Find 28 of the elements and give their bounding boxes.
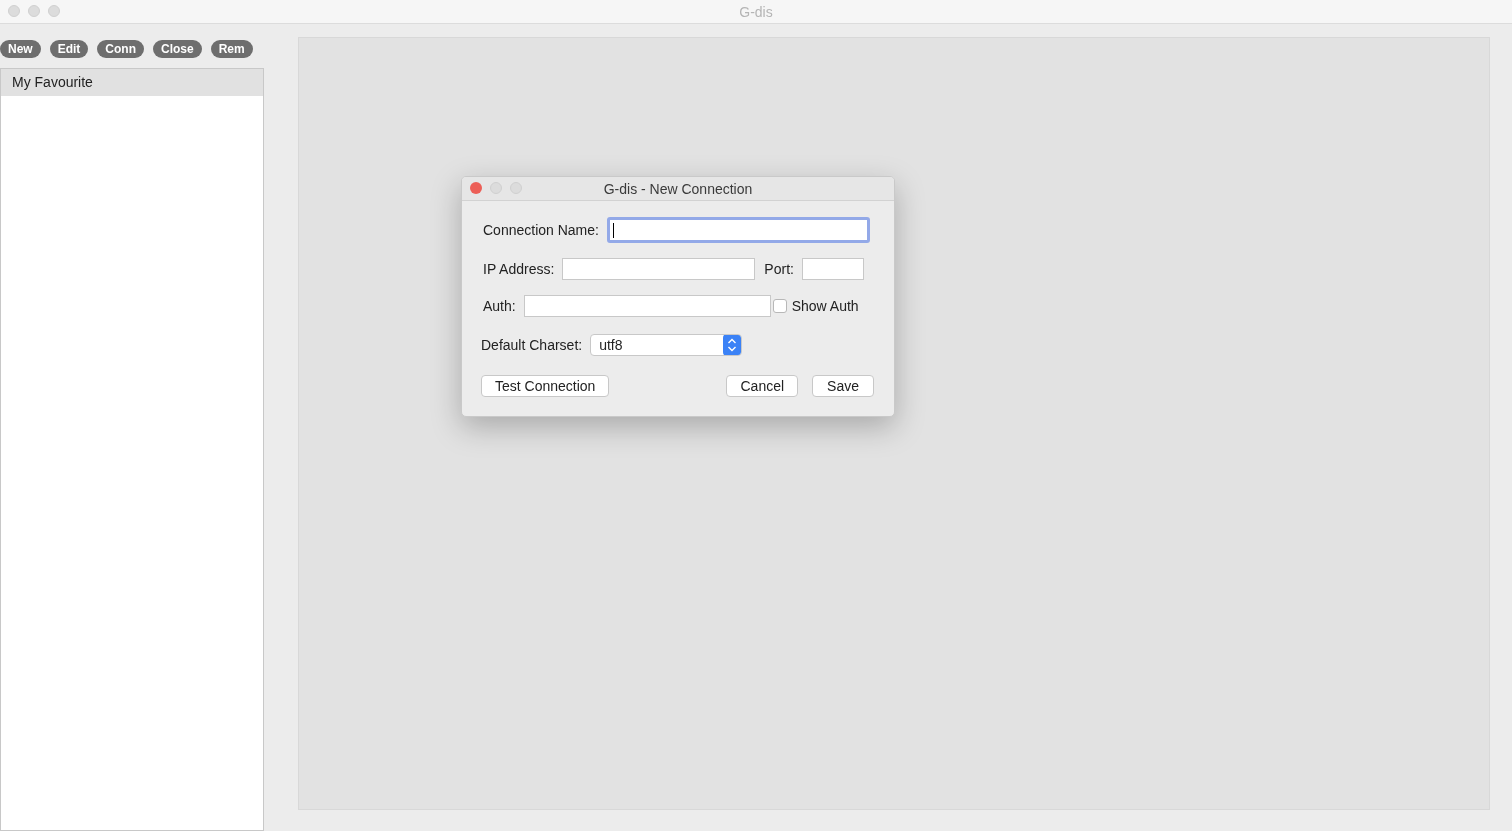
field-label: IP Address:: [483, 261, 555, 277]
field-label: Port:: [764, 261, 794, 277]
toolbar-button[interactable]: Conn: [97, 40, 144, 58]
dialog-button[interactable]: Save: [812, 375, 874, 397]
close-icon[interactable]: [8, 5, 20, 17]
field-label: Default Charset:: [481, 337, 583, 353]
toolbar-button[interactable]: Close: [153, 40, 202, 58]
field-label: Connection Name:: [483, 222, 599, 238]
window-title: G-dis: [739, 3, 773, 20]
checkbox[interactable]: [772, 299, 787, 313]
toolbar-button[interactable]: Edit: [49, 40, 89, 58]
sidebar-item[interactable]: My Favourite: [1, 69, 263, 96]
close-icon[interactable]: [470, 182, 482, 194]
checkbox-label: Show Auth: [791, 298, 859, 314]
toolbar-button[interactable]: New: [0, 40, 41, 58]
input-field[interactable]: [523, 295, 771, 317]
input-field[interactable]: [562, 258, 756, 280]
toolbar-button[interactable]: Rem: [210, 40, 253, 58]
zoom-icon[interactable]: [48, 5, 60, 17]
field-label: Auth:: [483, 298, 516, 314]
minimize-icon[interactable]: [28, 5, 40, 17]
input-field[interactable]: [801, 258, 864, 280]
stepper-icon: [723, 335, 742, 355]
input-field[interactable]: [606, 217, 870, 243]
dialog-button[interactable]: Test Connection: [481, 375, 610, 397]
charset-dropdown[interactable]: utf8: [590, 334, 743, 356]
dialog-title: G-dis - New Connection: [603, 180, 753, 197]
dialog-button[interactable]: Cancel: [726, 375, 799, 397]
